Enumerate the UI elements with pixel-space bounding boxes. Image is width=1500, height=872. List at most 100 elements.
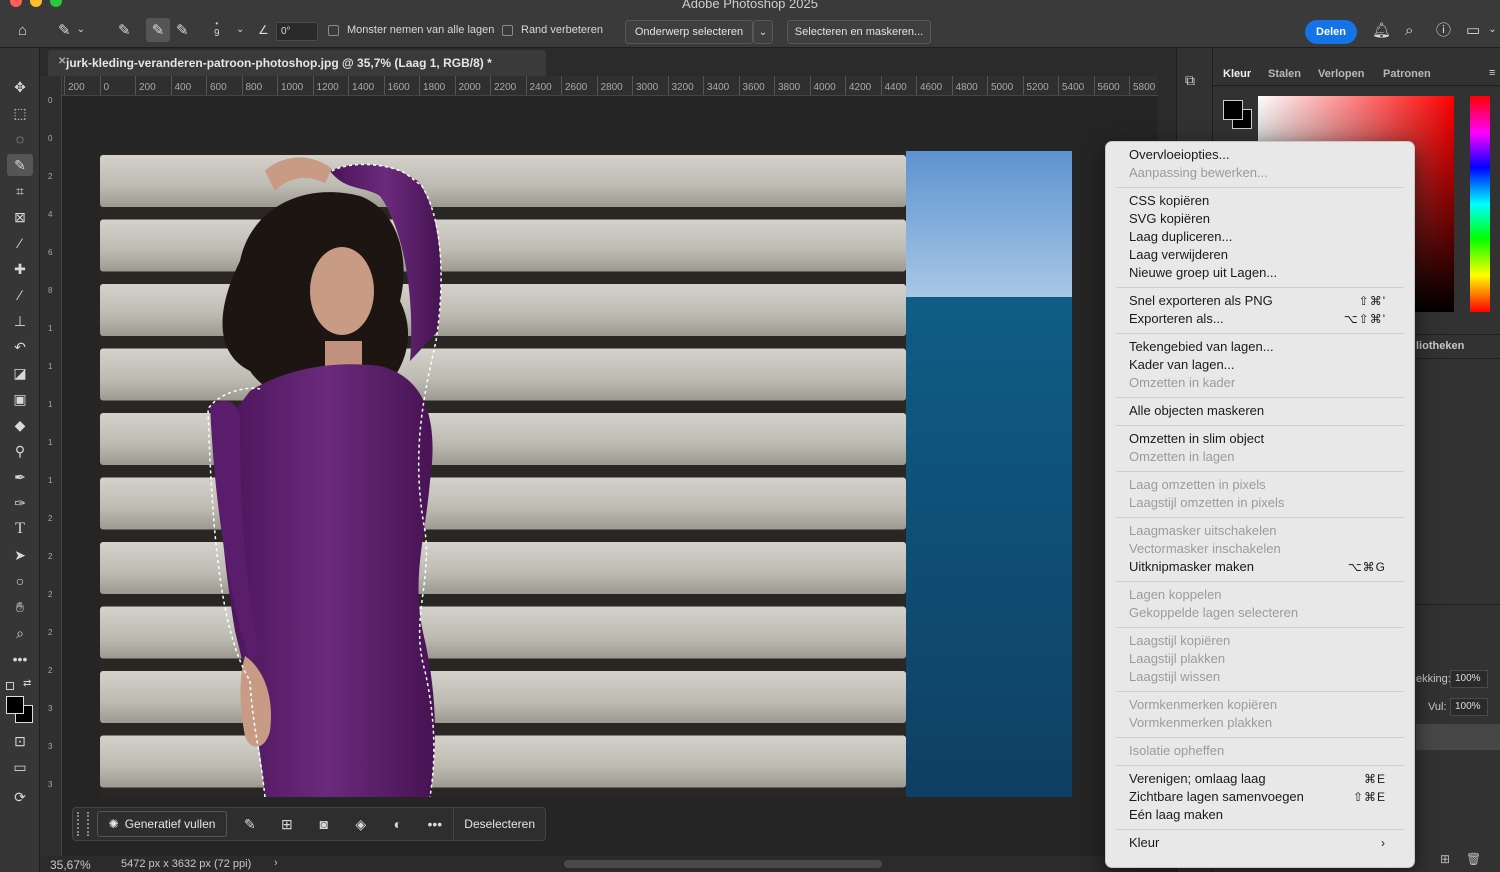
quick-mask-button[interactable]: ⊡	[7, 730, 33, 752]
menu-item[interactable]: Nieuwe groep uit Lagen...	[1106, 264, 1414, 282]
menu-item[interactable]: Overvloeiopties...	[1106, 146, 1414, 164]
gradient-tool[interactable]: ▣	[7, 388, 33, 410]
hue-slider[interactable]	[1470, 96, 1490, 312]
tab-patronen[interactable]: Patronen	[1383, 62, 1431, 86]
swap-colors-icon[interactable]: ⇄	[23, 678, 31, 689]
marquee-tool[interactable]: ⬚	[7, 102, 33, 124]
tab-stalen[interactable]: Stalen	[1268, 62, 1301, 86]
clone-stamp-tool[interactable]: ⊥	[7, 310, 33, 332]
share-for-review-button[interactable]: ⟳	[7, 786, 33, 808]
menu-item[interactable]: Kleur ›	[1106, 834, 1414, 852]
more-options-button[interactable]: •••	[416, 816, 453, 832]
menu-item[interactable]: Kader van lagen...	[1106, 356, 1414, 374]
share-button[interactable]: Delen	[1305, 20, 1357, 44]
enhance-edge-label: Rand verbeteren	[521, 24, 603, 36]
notifications-button[interactable]: 🔔︎	[1372, 12, 1391, 48]
menu-item[interactable]: Exporteren als... ⌥⇧⌘'	[1106, 310, 1414, 328]
select-and-mask-button[interactable]: Selecteren en maskeren...	[787, 20, 931, 44]
zoom-tool[interactable]: ⌕	[7, 622, 33, 644]
tool-preset-picker[interactable]: ✎ ⌄	[58, 12, 85, 48]
menu-item[interactable]: Laag verwijderen	[1106, 246, 1414, 264]
menu-item: Vormkenmerken kopiëren	[1106, 696, 1414, 714]
sample-all-layers-label: Monster nemen van alle lagen	[347, 24, 495, 36]
horizontal-scrollbar[interactable]	[564, 860, 882, 868]
new-layer-icon[interactable]: ⊞	[1440, 852, 1450, 866]
modify-selection-button[interactable]: ✎	[231, 816, 268, 833]
type-tool[interactable]: T	[7, 518, 33, 540]
tab-kleur[interactable]: Kleur	[1223, 62, 1251, 86]
drag-handle[interactable]	[77, 812, 89, 836]
document-image[interactable]	[100, 151, 1072, 797]
healing-brush-tool[interactable]: ✚	[7, 258, 33, 280]
menu-item[interactable]: Alle objecten maskeren	[1106, 402, 1414, 420]
close-icon[interactable]: ✕	[58, 56, 66, 67]
opacity-input[interactable]: 100%	[1450, 670, 1488, 688]
move-tool[interactable]: ✥	[7, 76, 33, 98]
zoom-level[interactable]: 35,67%	[50, 858, 91, 872]
history-panel-icon[interactable]: ⧉	[1185, 72, 1195, 89]
home-button[interactable]: ⌂	[18, 12, 27, 48]
eyedropper-tool[interactable]: ⁄	[7, 232, 33, 254]
path-selection-tool[interactable]: ➤	[7, 544, 33, 566]
menu-item[interactable]: Omzetten in slim object	[1106, 430, 1414, 448]
fill-button[interactable]: ◈	[342, 816, 379, 833]
chevron-right-icon[interactable]: ›	[274, 857, 278, 869]
foreground-color-swatch[interactable]	[6, 696, 24, 714]
blur-tool[interactable]: ◆	[7, 414, 33, 436]
brush-size-picker[interactable]: • 9	[214, 12, 220, 48]
screen-mode-button[interactable]: ▭	[7, 756, 33, 778]
libraries-tab[interactable]: liotheken	[1416, 340, 1464, 352]
mask-button[interactable]: ◙	[305, 816, 342, 832]
deselect-button[interactable]: Deselecteren	[454, 817, 545, 831]
adjustment-button[interactable]: ◐	[379, 816, 416, 832]
new-selection-button[interactable]: ✎	[118, 12, 131, 48]
menu-item[interactable]: Zichtbare lagen samenvoegen ⇧⌘E	[1106, 788, 1414, 806]
brush-size-dropdown[interactable]: ⌄	[236, 12, 244, 48]
dodge-tool[interactable]: ⚲	[7, 440, 33, 462]
menu-item[interactable]: Uitknipmasker maken ⌥⌘G	[1106, 558, 1414, 576]
help-button[interactable]: ⓘ	[1436, 12, 1451, 48]
quick-selection-tool[interactable]: ✎	[7, 154, 33, 176]
menu-item[interactable]: Tekengebied van lagen...	[1106, 338, 1414, 356]
search-button[interactable]: ⌕	[1405, 12, 1413, 48]
hand-tool[interactable]: ✋︎	[7, 596, 33, 618]
trash-icon[interactable]: 🗑︎	[1466, 852, 1481, 866]
menu-item[interactable]: CSS kopiëren	[1106, 192, 1414, 210]
tab-verlopen[interactable]: Verlopen	[1318, 62, 1364, 86]
vertical-ruler[interactable]: 0 0 2 4 6 8 1 1 1 1 1 2 2 2 2 2 3 3 3	[40, 76, 62, 856]
generative-fill-button[interactable]: ✺ Generatief vullen	[96, 811, 228, 837]
document-tab[interactable]: ✕ jurk-kleding-veranderen-patroon-photos…	[48, 50, 546, 76]
menu-item[interactable]: Eén laag maken	[1106, 806, 1414, 824]
fill-input[interactable]: 100%	[1450, 698, 1488, 716]
eraser-tool[interactable]: ◪	[7, 362, 33, 384]
angle-input[interactable]: 0°	[276, 22, 318, 41]
select-subject-dropdown[interactable]: ⌄	[753, 20, 773, 44]
ruler-tick-label: 4400	[880, 76, 907, 95]
pen-tool[interactable]: ✑	[7, 492, 33, 514]
crop-tool[interactable]: ⌗	[7, 180, 33, 202]
menu-item[interactable]: Verenigen; omlaag laag ⌘E	[1106, 770, 1414, 788]
sample-all-layers-checkbox[interactable]: Monster nemen van alle lagen	[328, 12, 494, 48]
fill-label: Vul:	[1428, 701, 1447, 713]
default-colors-icon[interactable]	[6, 682, 14, 690]
menu-item[interactable]: Snel exporteren als PNG ⇧⌘'	[1106, 292, 1414, 310]
workspace-button[interactable]: ▭ ⌄	[1466, 12, 1497, 48]
add-to-selection-button[interactable]: ✎	[146, 18, 170, 42]
more-tools-button[interactable]: •••	[7, 648, 33, 670]
transform-selection-button[interactable]: ⊞	[268, 816, 305, 833]
history-brush-tool[interactable]: ↶	[7, 336, 33, 358]
select-subject-button[interactable]: Onderwerp selecteren	[625, 20, 753, 44]
horizontal-ruler[interactable]: 200 0 200 400 600 800 1000 1200 1400 1600 1800 2000…	[62, 76, 1158, 96]
subtract-selection-button[interactable]: ✎	[176, 12, 189, 48]
ellipse-tool[interactable]: ○	[7, 570, 33, 592]
smudge-tool[interactable]: ✒	[7, 466, 33, 488]
layer-row-selected[interactable]	[1416, 724, 1500, 750]
panel-foreground-swatch[interactable]	[1223, 100, 1243, 120]
menu-item[interactable]: SVG kopiëren	[1106, 210, 1414, 228]
enhance-edge-checkbox[interactable]: Rand verbeteren	[502, 12, 603, 48]
frame-tool[interactable]: ⊠	[7, 206, 33, 228]
panel-menu-icon[interactable]: ≡	[1489, 67, 1495, 79]
menu-item[interactable]: Laag dupliceren...	[1106, 228, 1414, 246]
brush-tool[interactable]: ∕	[7, 284, 33, 306]
lasso-tool[interactable]: ◌	[7, 128, 33, 150]
